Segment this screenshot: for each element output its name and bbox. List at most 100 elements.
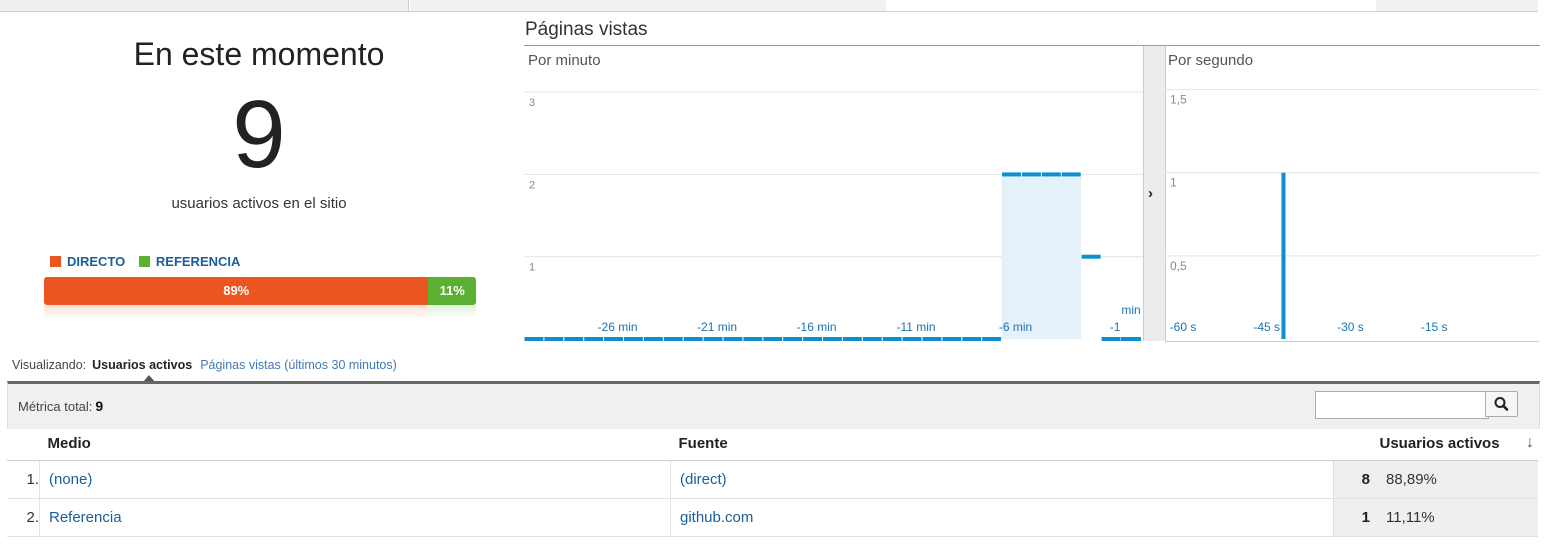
row-active-users-value: 8: [1333, 460, 1376, 499]
y-tick-label: 2: [529, 179, 535, 191]
table-search-input[interactable]: [1315, 391, 1489, 419]
row-medio-cell: (none): [39, 460, 671, 499]
table-row: 2. Referencia github.com 1 11,11%: [7, 498, 1538, 537]
x-tick-label: -21 min: [697, 320, 737, 334]
share-bar-reflection: [44, 305, 476, 319]
y-tick-label: 3: [529, 97, 535, 109]
bar: [882, 337, 902, 341]
active-users-count: 9: [232, 81, 286, 188]
bar: [524, 337, 544, 341]
legend-label-direct: DIRECTO: [67, 254, 126, 269]
x-tick-label: -1: [1110, 320, 1121, 334]
x-tick-label: -15 s: [1421, 320, 1448, 334]
metric-total-value: 9: [95, 398, 104, 414]
bar: [1061, 172, 1081, 177]
bar: [624, 337, 643, 341]
row-fuente-cell: github.com: [670, 498, 1334, 537]
row-medio-cell: Referencia: [39, 498, 671, 537]
bar: [922, 337, 942, 341]
bar: [683, 337, 703, 341]
bar: [723, 337, 743, 341]
x-tick-label: -30 s: [1337, 320, 1364, 334]
header-index: [7, 427, 40, 461]
active-users-subtitle: usuarios activos en el sitio: [171, 195, 347, 212]
summary-title: En este momento: [133, 36, 385, 72]
bar: [823, 337, 842, 341]
table-search-button[interactable]: [1485, 391, 1518, 417]
bar: [604, 337, 623, 341]
bar: [703, 337, 723, 341]
legend-swatch-direct: [50, 256, 61, 267]
per-minute-chart: 1 2 3 -26 min -21 min -16 min -11 min -6 min -1m…: [524, 91, 1143, 341]
bar: [1081, 254, 1101, 259]
x-tick-label: -11 min: [896, 320, 935, 334]
chart-title: Páginas vistas: [525, 19, 648, 40]
row-active-users-value: 1: [1333, 498, 1376, 537]
share-segment-referral[interactable]: 11%: [428, 277, 476, 305]
bar: [763, 337, 783, 341]
chart-toggle-button[interactable]: ›: [1143, 46, 1166, 341]
row-fuente-link[interactable]: (direct): [680, 471, 727, 488]
bar: [783, 337, 803, 341]
bar: [1281, 172, 1286, 339]
bar: [1101, 337, 1121, 341]
legend-swatch-referral: [138, 256, 150, 267]
column-header-active-users-label: Usuarios activos: [1379, 435, 1500, 452]
metric-total-label: Métrica total:: [18, 399, 93, 414]
metric-total-bar: Métrica total: 9: [7, 381, 1540, 429]
y-tick-label: 1: [529, 262, 535, 274]
column-header-medio[interactable]: Medio: [39, 427, 671, 461]
bar: [564, 337, 584, 341]
traffic-legend: DIRECTO REFERENCIA: [50, 254, 250, 269]
bar: [1022, 172, 1041, 177]
table-row: 1. (none) (direct) 8 88,89%: [7, 460, 1538, 499]
bar: [1121, 337, 1141, 341]
legend-item-referral[interactable]: REFERENCIA: [138, 254, 241, 269]
column-header-fuente[interactable]: Fuente: [670, 427, 1334, 461]
row-medio-link[interactable]: Referencia: [49, 509, 122, 526]
viewing-option-active-users[interactable]: Usuarios activos: [92, 358, 192, 372]
x-tick-label: -16 min: [797, 320, 837, 334]
row-active-users-percent: 11,11%: [1376, 498, 1538, 537]
bar: [1041, 172, 1061, 177]
bar: [803, 337, 822, 341]
legend-item-direct[interactable]: DIRECTO: [50, 254, 129, 269]
top-tab-strip: [0, 0, 1538, 12]
top-tab-middle[interactable]: [410, 0, 886, 11]
chevron-right-icon: ›: [1148, 185, 1153, 202]
x-tick-label: -60 s: [1170, 320, 1197, 334]
top-tab-left[interactable]: [0, 0, 409, 11]
bar: [584, 337, 604, 341]
row-index: 1.: [7, 460, 40, 499]
x-tick-label: -26 min: [598, 320, 638, 334]
per-second-chart: 0,5 1 1,5 -60 s -45 s -30 s -15 s: [1165, 89, 1539, 342]
traffic-share-bar: 89% 11%: [44, 277, 476, 305]
bar: [663, 337, 683, 341]
y-tick-label: 1,5: [1170, 93, 1187, 107]
legend-label-referral: REFERENCIA: [155, 254, 241, 269]
table-header-row: Medio Fuente Usuarios activos ↓: [7, 427, 1538, 461]
per-second-label: Por segundo: [1168, 52, 1254, 69]
bar: [1002, 172, 1021, 177]
bar: [982, 337, 1002, 341]
highlight-band: [1001, 174, 1082, 339]
x-tick-label-extra: min: [1121, 303, 1140, 317]
sort-down-arrow-icon[interactable]: ↓: [1526, 434, 1534, 452]
row-index: 2.: [7, 498, 40, 537]
column-header-active-users[interactable]: Usuarios activos ↓: [1333, 427, 1538, 461]
x-tick-label: -6 min: [999, 320, 1032, 334]
bar: [544, 337, 564, 341]
viewing-option-pageviews[interactable]: Páginas vistas (últimos 30 minutos): [200, 358, 397, 372]
bar: [643, 337, 663, 341]
per-minute-label: Por minuto: [528, 52, 601, 69]
row-fuente-link[interactable]: github.com: [680, 509, 753, 526]
row-medio-link[interactable]: (none): [49, 471, 92, 488]
share-segment-direct[interactable]: 89%: [44, 277, 429, 305]
row-fuente-cell: (direct): [670, 460, 1334, 499]
bar: [862, 337, 882, 341]
metric-total: Métrica total: 9: [18, 398, 103, 414]
y-tick-label: 0,5: [1170, 259, 1187, 273]
y-tick-label: 1: [1170, 176, 1177, 190]
top-tab-right[interactable]: [1376, 0, 1538, 11]
data-table: Medio Fuente Usuarios activos ↓ 1. (none…: [7, 427, 1538, 537]
